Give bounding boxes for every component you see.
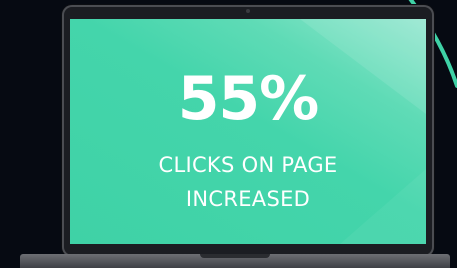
stat-percentage: 55% bbox=[177, 64, 320, 134]
laptop-base bbox=[20, 254, 450, 268]
stat-caption-line-2: INCREASED bbox=[185, 187, 311, 211]
webcam bbox=[246, 9, 250, 13]
laptop-hinge-notch bbox=[200, 254, 270, 258]
laptop-display: 55% CLICKS ON PAGE INCREASED bbox=[62, 5, 434, 257]
stat-caption-line-1: CLICKS ON PAGE bbox=[158, 153, 338, 177]
laptop-screen: 55% CLICKS ON PAGE INCREASED bbox=[70, 19, 426, 244]
